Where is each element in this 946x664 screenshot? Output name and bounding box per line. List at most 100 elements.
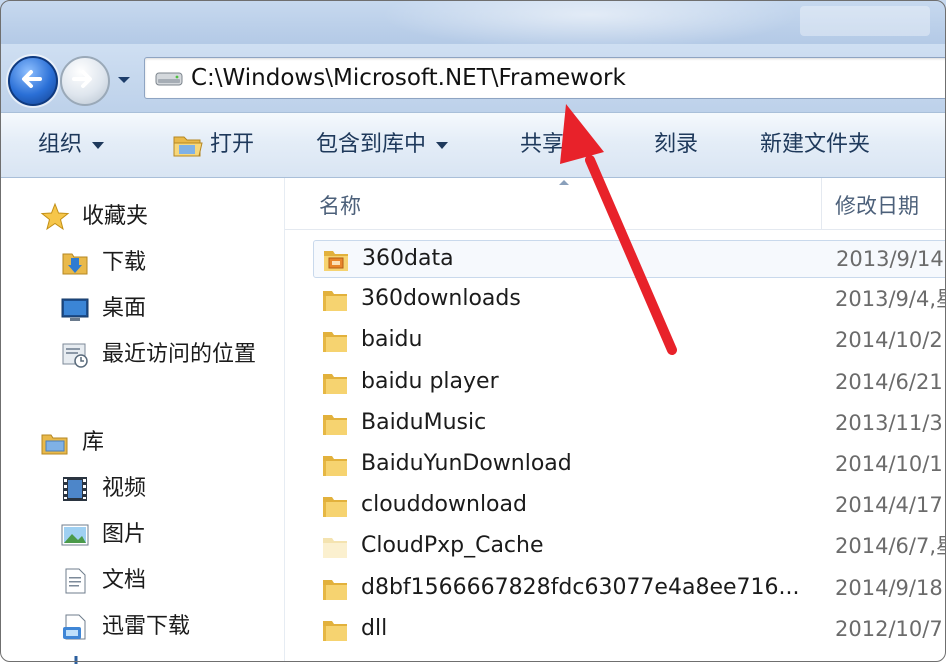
downloads-icon: [62, 253, 88, 275]
file-row[interactable]: clouddownload 2014/4/17: [313, 487, 946, 525]
column-divider[interactable]: [821, 178, 822, 230]
burn-label: 刻录: [654, 132, 699, 157]
back-button[interactable]: [8, 56, 58, 106]
file-name: baidu player: [361, 368, 499, 394]
file-modified-date: 2014/10/1: [835, 452, 943, 476]
file-row[interactable]: CloudPxp_Cache 2014/6/7,星: [313, 528, 946, 566]
nav-libraries[interactable]: 库: [40, 426, 240, 460]
star-icon: [40, 202, 70, 231]
share-label: 共享: [520, 132, 565, 157]
chevron-down-icon: [118, 77, 130, 83]
hidden-folder-icon: [323, 538, 347, 559]
chevron-down-icon: [92, 141, 105, 149]
recent-places-icon: [62, 343, 88, 368]
include-label: 包含到库中: [316, 132, 427, 157]
file-modified-date: 2014/10/2: [835, 328, 943, 353]
organize-label: 组织: [38, 132, 83, 157]
file-name: 360downloads: [361, 286, 521, 312]
documents-library-icon: [65, 568, 86, 594]
address-path-text: C:\Windows\Microsoft.NET\Framework: [191, 65, 626, 91]
video-library-icon: [63, 477, 87, 501]
folder-icon: [323, 332, 347, 353]
file-name: 360data: [362, 246, 454, 271]
folder-icon: [323, 620, 347, 641]
nav-item-label: 图片: [102, 522, 147, 547]
folder-icon: [323, 456, 347, 476]
command-bar: 组织 打开 包含到库中 共享 刻录 新建文件夹: [0, 112, 946, 178]
forward-arrow-icon: [72, 70, 92, 88]
nav-item-label: 视频: [102, 476, 147, 501]
library-icon: [41, 434, 68, 455]
nav-item-recent-places[interactable]: 最近访问的位置: [60, 338, 280, 372]
nav-item-documents[interactable]: 文档: [60, 564, 260, 598]
file-modified-date: 2014/4/17: [835, 493, 943, 518]
file-row[interactable]: d8bf1566667828fdc63077e4a8ee716... 2014/9…: [313, 570, 946, 608]
file-modified-date: 2014/9/18: [835, 575, 943, 600]
file-modified-date: 2012/10/7: [835, 616, 943, 641]
folder-icon: [323, 373, 347, 394]
desktop-icon: [61, 298, 89, 321]
background-window-tab: [800, 6, 930, 36]
file-modified-date: 2013/9/14: [836, 247, 944, 271]
open-folder-icon: [173, 136, 203, 157]
file-row[interactable]: baidu player 2014/6/21: [313, 364, 946, 402]
chevron-down-icon: [436, 141, 449, 149]
burn-button[interactable]: 刻录: [654, 131, 698, 159]
back-arrow-icon: [22, 70, 42, 88]
file-name: dll: [361, 615, 388, 641]
file-row[interactable]: BaiduYunDownload 2014/10/1: [313, 446, 946, 484]
nav-item-label: 文档: [102, 568, 147, 593]
nav-item-label: 最近访问的位置: [102, 342, 257, 367]
file-modified-date: 2013/9/4,星: [835, 287, 946, 312]
open-label: 打开: [210, 132, 255, 157]
file-name: baidu: [361, 327, 423, 353]
nav-favorites-label: 收藏夹: [82, 204, 149, 229]
file-row[interactable]: 360data 2013/9/14: [313, 240, 946, 278]
title-bar-glass: [380, 0, 800, 50]
recent-pages-dropdown[interactable]: [116, 72, 132, 86]
nav-item-label: 桌面: [102, 296, 147, 321]
file-name: BaiduYunDownload: [361, 451, 572, 476]
file-row[interactable]: baidu 2014/10/2: [313, 322, 946, 360]
share-button[interactable]: 共享: [520, 131, 564, 159]
nav-item-xunlei-downloads[interactable]: 迅雷下载: [60, 610, 260, 644]
nav-item-pictures[interactable]: 图片: [60, 518, 260, 552]
column-header-date[interactable]: 修改日期: [835, 190, 919, 220]
file-row[interactable]: dll 2012/10/7: [313, 611, 946, 649]
column-header-name[interactable]: 名称: [319, 190, 361, 220]
address-input[interactable]: C:\Windows\Microsoft.NET\Framework: [144, 57, 946, 99]
column-header-row: 名称 修改日期: [285, 178, 946, 230]
nav-item-label: 下载: [102, 250, 147, 275]
nav-item-partial: [60, 652, 260, 664]
include-in-library-button[interactable]: 包含到库中: [316, 131, 449, 159]
nav-item-label: 迅雷下载: [102, 614, 191, 639]
file-row[interactable]: BaiduMusic 2013/11/3: [313, 405, 946, 443]
navigation-pane: 收藏夹 下载 桌面 最近访问的位置 库 视频 图片 文档 迅雷下载: [0, 178, 285, 664]
forward-button[interactable]: [60, 56, 110, 106]
file-modified-date: 2013/11/3: [835, 410, 943, 435]
file-modified-date: 2014/6/21: [835, 369, 943, 394]
xunlei-download-icon: [63, 614, 86, 640]
organize-menu-button[interactable]: 组织: [38, 131, 105, 159]
file-name: BaiduMusic: [361, 409, 487, 435]
file-row[interactable]: 360downloads 2013/9/4,星: [313, 281, 946, 319]
special-folder-icon: [324, 251, 348, 271]
nav-libraries-label: 库: [82, 430, 105, 455]
new-folder-button[interactable]: 新建文件夹: [760, 131, 870, 159]
sort-ascending-icon: [559, 180, 569, 185]
folder-icon: [323, 579, 347, 600]
music-library-icon: [74, 656, 78, 664]
nav-item-downloads[interactable]: 下载: [60, 246, 260, 280]
file-name: clouddownload: [361, 492, 527, 518]
file-list-pane: 名称 修改日期 360data 2013/9/14 360downloads 2013…: [285, 178, 946, 662]
file-modified-date: 2014/6/7,星: [835, 534, 946, 559]
folder-icon: [323, 291, 347, 312]
open-button[interactable]: 打开: [210, 131, 254, 159]
folder-icon: [323, 497, 347, 518]
nav-item-desktop[interactable]: 桌面: [60, 292, 260, 326]
nav-item-videos[interactable]: 视频: [60, 472, 260, 506]
folder-icon: [323, 414, 347, 435]
new-folder-label: 新建文件夹: [760, 132, 871, 157]
nav-favorites[interactable]: 收藏夹: [40, 200, 240, 234]
file-name: d8bf1566667828fdc63077e4a8ee716...: [361, 574, 800, 600]
